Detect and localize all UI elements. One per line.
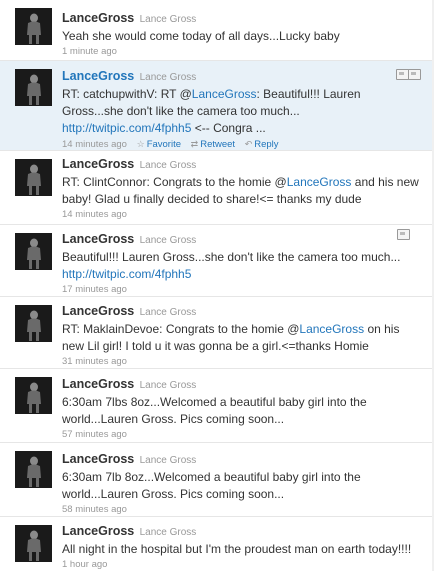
screen-name[interactable]: LanceGross [62, 11, 134, 25]
tweet-text: RT: MaklainDevoe: Congrats to the homie … [62, 322, 400, 353]
tweet-text: RT: ClintConnor: Congrats to the homie @… [62, 175, 419, 206]
avatar[interactable] [15, 305, 52, 342]
full-name: Lance Gross [139, 307, 197, 318]
tweet: LanceGross Lance Gross Beautiful!!! Laur… [0, 225, 434, 297]
tweet: LanceGross Lance Gross 6:30am 7lb 8oz...… [0, 443, 434, 517]
timestamp[interactable]: 1 minute ago [62, 46, 117, 57]
avatar[interactable] [15, 8, 52, 45]
full-name: Lance Gross [139, 160, 197, 171]
avatar[interactable] [15, 377, 52, 414]
timestamp[interactable]: 1 hour ago [62, 559, 107, 570]
timestamp[interactable]: 31 minutes ago [62, 356, 127, 367]
timeline: LanceGross Lance Gross Yeah she would co… [0, 0, 434, 571]
tweet: LanceGross Lance Gross 6:30am 7lbs 8oz..… [0, 369, 434, 443]
full-name: Lance Gross [139, 527, 197, 538]
timestamp[interactable]: 58 minutes ago [62, 504, 127, 515]
avatar[interactable] [15, 233, 52, 270]
timestamp[interactable]: 57 minutes ago [62, 429, 127, 440]
favorite-button[interactable]: ☆ Favorite [137, 139, 181, 150]
timestamp[interactable]: 17 minutes ago [62, 284, 127, 295]
full-name: Lance Gross [139, 14, 197, 25]
reply-button[interactable]: ↶ Reply [245, 139, 279, 150]
mention-link[interactable]: LanceGross [287, 175, 352, 189]
avatar[interactable] [15, 159, 52, 196]
tweet-text: RT: catchupwithV: RT @LanceGross: Beauti… [62, 87, 361, 135]
tweet: LanceGross Lance Gross RT: ClintConnor: … [0, 151, 434, 225]
tweet-text: 6:30am 7lb 8oz...Welcomed a beautiful ba… [62, 470, 361, 501]
screen-name[interactable]: LanceGross [62, 69, 134, 83]
screen-name[interactable]: LanceGross [62, 157, 134, 171]
timestamp[interactable]: 14 minutes ago [62, 209, 127, 220]
retweet-icon: ⇄ [190, 139, 199, 149]
full-name: Lance Gross [139, 72, 197, 83]
mention-link[interactable]: LanceGross [299, 322, 364, 336]
twitpic-link[interactable]: http://twitpic.com/4fphh5 [62, 267, 191, 281]
twitpic-link[interactable]: http://twitpic.com/4fphh5 [62, 121, 191, 135]
avatar[interactable] [15, 69, 52, 106]
screen-name[interactable]: LanceGross [62, 304, 134, 318]
mention-link[interactable]: LanceGross [192, 87, 257, 101]
full-name: Lance Gross [139, 380, 197, 391]
full-name: Lance Gross [139, 455, 197, 466]
tweet: LanceGross Lance Gross Yeah she would co… [0, 0, 434, 61]
tweet: LanceGross Lance Gross RT: MaklainDevoe:… [0, 297, 434, 369]
screen-name[interactable]: LanceGross [62, 232, 134, 246]
screen-name[interactable]: LanceGross [62, 377, 134, 391]
tweet-text: All night in the hospital but I'm the pr… [62, 542, 412, 556]
timestamp[interactable]: 14 minutes ago [62, 139, 127, 150]
reply-icon: ↶ [244, 139, 253, 149]
star-icon: ☆ [136, 139, 145, 149]
tweet-text: 6:30am 7lbs 8oz...Welcomed a beautiful b… [62, 395, 367, 426]
tweet: LanceGross Lance Gross All night in the … [0, 517, 434, 571]
retweet-button[interactable]: ⇄ Retweet [191, 139, 235, 150]
avatar[interactable] [15, 451, 52, 488]
tweet-hovered: LanceGross Lance Gross RT: catchupwithV:… [0, 61, 434, 151]
screen-name[interactable]: LanceGross [62, 524, 134, 538]
full-name: Lance Gross [139, 235, 197, 246]
tweet-text: Beautiful!!! Lauren Gross...she don't li… [62, 250, 401, 281]
avatar[interactable] [15, 525, 52, 562]
screen-name[interactable]: LanceGross [62, 452, 134, 466]
tweet-text: Yeah she would come today of all days...… [62, 29, 340, 43]
